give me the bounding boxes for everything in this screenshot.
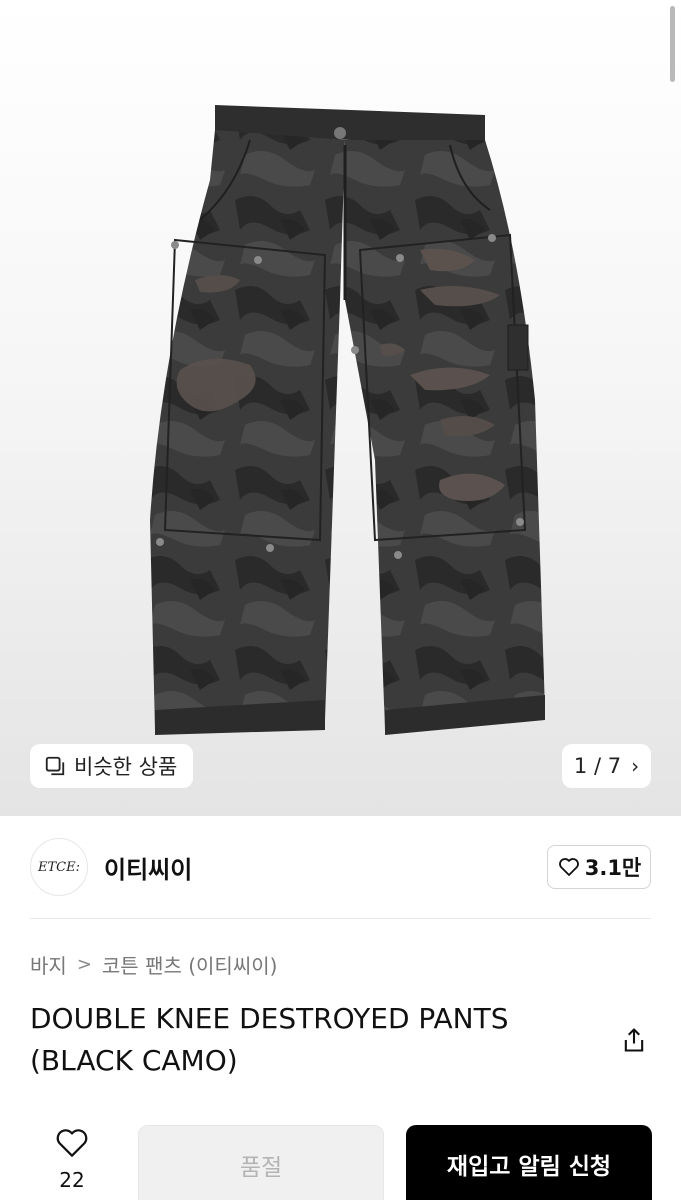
breadcrumb-item-category[interactable]: 바지 — [30, 950, 67, 979]
heart-outline-icon — [56, 1129, 88, 1157]
section-divider — [30, 918, 651, 919]
product-image-gallery[interactable]: 비슷한 상품 1 / 7 › — [0, 0, 681, 816]
brand-name[interactable]: 이티씨이 — [104, 850, 192, 885]
share-icon[interactable] — [620, 1026, 648, 1054]
bottom-action-bar: 22 품절 재입고 알림 신청 — [0, 1110, 681, 1200]
restock-alert-button[interactable]: 재입고 알림 신청 — [406, 1125, 652, 1200]
image-counter-button[interactable]: 1 / 7 › — [562, 744, 651, 788]
product-image-pants — [150, 105, 545, 735]
brand-like-button[interactable]: 3.1만 — [547, 845, 651, 889]
product-title: DOUBLE KNEE DESTROYED PANTS (BLACK CAMO) — [30, 1002, 509, 1077]
soldout-button[interactable]: 품절 — [138, 1125, 384, 1200]
copy-icon — [45, 756, 65, 776]
page-scrollbar[interactable] — [670, 6, 675, 82]
wishlist-button[interactable]: 22 — [48, 1124, 96, 1192]
brand-logo-text: ETCE: — [38, 859, 80, 875]
brand-like-count: 3.1만 — [584, 856, 642, 880]
brand-logo[interactable]: ETCE: — [30, 838, 88, 896]
similar-products-button[interactable]: 비슷한 상품 — [30, 744, 193, 788]
chevron-right-icon: › — [631, 754, 640, 778]
breadcrumb: 바지 > 코튼 팬츠 (이티씨이) — [30, 950, 277, 979]
similar-products-label: 비슷한 상품 — [74, 755, 178, 779]
heart-outline-icon — [558, 858, 579, 876]
image-counter: 1 / 7 — [573, 754, 622, 778]
breadcrumb-item-subcategory[interactable]: 코튼 팬츠 (이티씨이) — [102, 950, 278, 979]
breadcrumb-separator-icon: > — [76, 954, 92, 975]
brand-row: ETCE: 이티씨이 3.1만 — [30, 838, 651, 896]
wishlist-count: 22 — [59, 1168, 85, 1192]
